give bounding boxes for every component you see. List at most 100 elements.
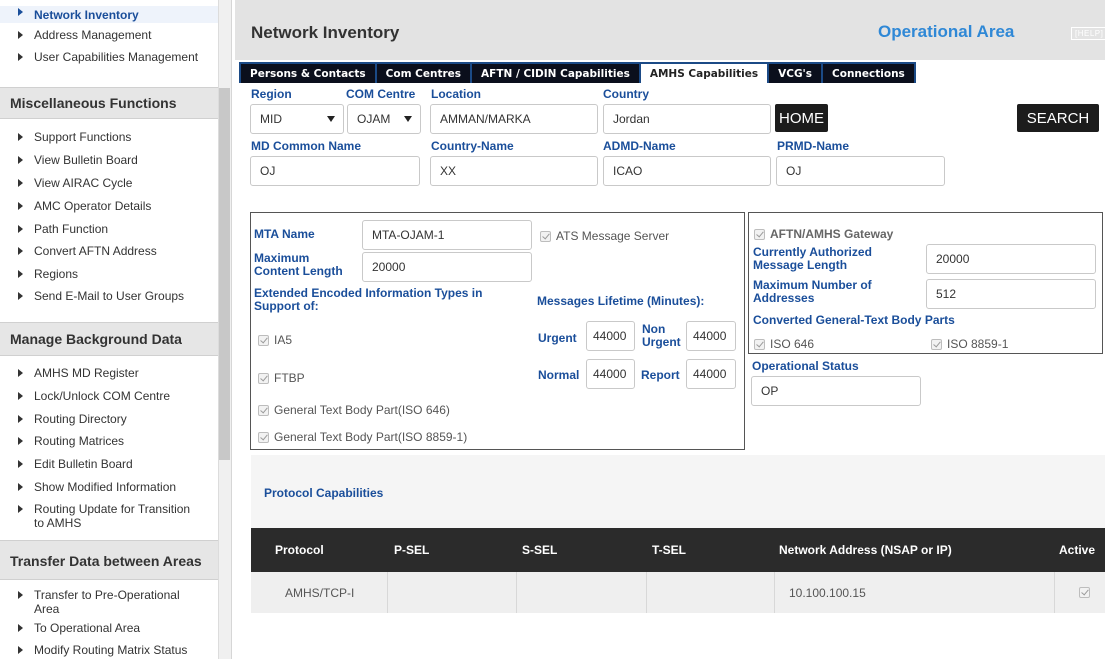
sidebar-item-lock-unlock-com-centre[interactable]: Lock/Unlock COM Centre [0,389,218,412]
sidebar-item-regions[interactable]: Regions [0,267,218,289]
aftn-amhs-gateway-label: AFTN/AMHS Gateway [770,227,894,241]
sidebar-item-routing-matrices[interactable]: Routing Matrices [0,434,218,457]
gateway-panel: AFTN/AMHS Gateway Currently Authorized M… [748,212,1103,354]
area-title: Operational Area [878,22,1015,41]
section-transfer-data[interactable]: Transfer Data between Areas [0,540,218,580]
home-button[interactable]: HOME [775,104,828,132]
country-name-input[interactable]: XX [430,156,598,186]
country-name-label: Country-Name [431,139,514,153]
checkbox-checked-icon [754,338,765,350]
help-button[interactable]: [HELP] [1071,27,1105,40]
gtbp-iso646-checkbox[interactable]: General Text Body Part(ISO 646) [258,403,450,417]
tab-persons-contacts[interactable]: Persons & Contacts [241,64,377,83]
operational-status-label: Operational Status [752,359,859,373]
sidebar-item-address-management[interactable]: Address Management [0,23,218,45]
sidebar-item-to-operational-area[interactable]: To Operational Area [0,621,218,643]
admd-name-input[interactable]: ICAO [603,156,771,186]
cell-network-address: 10.100.100.15 [775,572,1055,613]
sidebar-item-send-email[interactable]: Send E-Mail to User Groups [0,289,218,311]
mta-name-input[interactable]: MTA-OJAM-1 [362,220,532,250]
iso646-checkbox[interactable]: ISO 646 [754,337,814,351]
sidebar-item-path-function[interactable]: Path Function [0,222,218,244]
table-row[interactable]: AMHS/TCP-I 10.100.100.15 [251,572,1105,613]
sidebar-item-edit-bulletin-board[interactable]: Edit Bulletin Board [0,457,218,480]
sidebar-item-modify-routing-matrix[interactable]: Modify Routing Matrix Status [0,643,218,659]
location-input[interactable]: AMMAN/MARKA [430,104,598,134]
tab-aftn-cidin[interactable]: AFTN / CIDIN Capabilities [472,64,641,83]
cell-protocol-value: AMHS/TCP-I [285,585,355,600]
sidebar-item-routing-directory[interactable]: Routing Directory [0,412,218,434]
tab-connections[interactable]: Connections [823,64,914,83]
sidebar-item-convert-aftn-address[interactable]: Convert AFTN Address [0,244,218,267]
sidebar-item-user-capabilities[interactable]: User Capabilities Management [0,45,218,67]
caret-right-icon [18,225,23,233]
caret-right-icon [18,179,23,187]
ia5-checkbox[interactable]: IA5 [258,333,292,347]
max-content-length-input[interactable]: 20000 [362,252,532,282]
header-t-sel: T-SEL [652,543,687,557]
search-button[interactable]: SEARCH [1017,104,1099,132]
sidebar-item-label: Path Function [34,222,109,236]
sidebar-item-view-airac-cycle[interactable]: View AIRAC Cycle [0,176,218,199]
normal-input[interactable]: 44000 [586,359,635,389]
auth-message-length-value: 20000 [936,252,970,266]
sidebar-item-amc-operator-details[interactable]: AMC Operator Details [0,199,218,222]
ftbp-checkbox[interactable]: FTBP [258,371,305,385]
max-content-length-label: Maximum Content Length [254,251,343,278]
tab-com-centres[interactable]: Com Centres [376,64,473,83]
ats-message-server-checkbox[interactable]: ATS Message Server [540,229,669,243]
max-addresses-input[interactable]: 512 [926,279,1096,309]
caret-right-icon [18,591,23,599]
non-urgent-value: 44000 [693,329,727,343]
messages-lifetime-label: Messages Lifetime (Minutes): [537,294,705,308]
region-select[interactable]: MID [250,104,344,134]
urgent-value: 44000 [593,329,627,343]
urgent-input[interactable]: 44000 [586,321,635,351]
sidebar-item-label: Routing Update for Transition to AMHS [34,502,191,530]
country-input[interactable]: Jordan [603,104,771,134]
sidebar-item-network-inventory[interactable]: Network Inventory [0,6,218,23]
caret-right-icon [18,415,23,423]
report-value: 44000 [693,367,727,381]
iso8859-checkbox[interactable]: ISO 8859-1 [931,337,1008,351]
caret-right-icon [18,437,23,445]
com-centre-select[interactable]: OJAM [347,104,421,134]
caret-down-icon [404,116,412,122]
caret-right-icon [18,156,23,164]
caret-right-icon [18,53,23,61]
report-input[interactable]: 44000 [686,359,736,389]
sidebar-item-transfer-pre-operational[interactable]: Transfer to Pre-Operational Area [0,588,218,621]
eit-label: Extended Encoded Information Types in Su… [254,286,483,313]
tab-vcgs[interactable]: VCG's [769,64,824,83]
prmd-name-input[interactable]: OJ [776,156,945,186]
sidebar-item-amhs-md-register[interactable]: AMHS MD Register [0,366,218,389]
auth-message-length-input[interactable]: 20000 [926,244,1096,274]
sidebar-item-label: AMC Operator Details [34,199,152,213]
gtbp-iso8859-checkbox[interactable]: General Text Body Part(ISO 8859-1) [258,430,467,444]
sidebar-item-routing-update[interactable]: Routing Update for Transition to AMHS [0,502,218,538]
protocol-table-header: Protocol P-SEL S-SEL T-SEL Network Addre… [251,528,1105,572]
sidebar-item-label: View Bulletin Board [34,153,138,167]
aftn-amhs-gateway-checkbox[interactable]: AFTN/AMHS Gateway [754,227,893,241]
sidebar-item-label: Edit Bulletin Board [34,457,133,471]
cell-active[interactable] [1055,572,1105,613]
operational-status-input[interactable]: OP [751,376,921,406]
md-common-name-input[interactable]: OJ [250,156,420,186]
mta-name-value: MTA-OJAM-1 [372,228,445,242]
checkbox-checked-icon [258,334,269,346]
cell-s-sel [517,572,647,613]
sidebar-item-support-functions[interactable]: Support Functions [0,130,218,153]
tab-amhs-capabilities[interactable]: AMHS Capabilities [640,64,770,83]
sidebar-scrollbar-thumb[interactable] [219,88,230,460]
md-common-name-value: OJ [260,164,276,178]
sidebar-item-label: View AIRAC Cycle [34,176,133,190]
section-miscellaneous-functions[interactable]: Miscellaneous Functions [0,87,218,119]
non-urgent-label: Non Urgent [642,322,681,349]
sidebar-item-show-modified-information[interactable]: Show Modified Information [0,480,218,502]
non-urgent-input[interactable]: 44000 [686,321,736,351]
max-content-length-value: 20000 [372,260,406,274]
section-manage-background-data[interactable]: Manage Background Data [0,322,218,356]
country-input-value: Jordan [613,112,650,126]
sidebar-item-view-bulletin-board[interactable]: View Bulletin Board [0,153,218,176]
sidebar-scrollbar[interactable] [218,0,231,659]
